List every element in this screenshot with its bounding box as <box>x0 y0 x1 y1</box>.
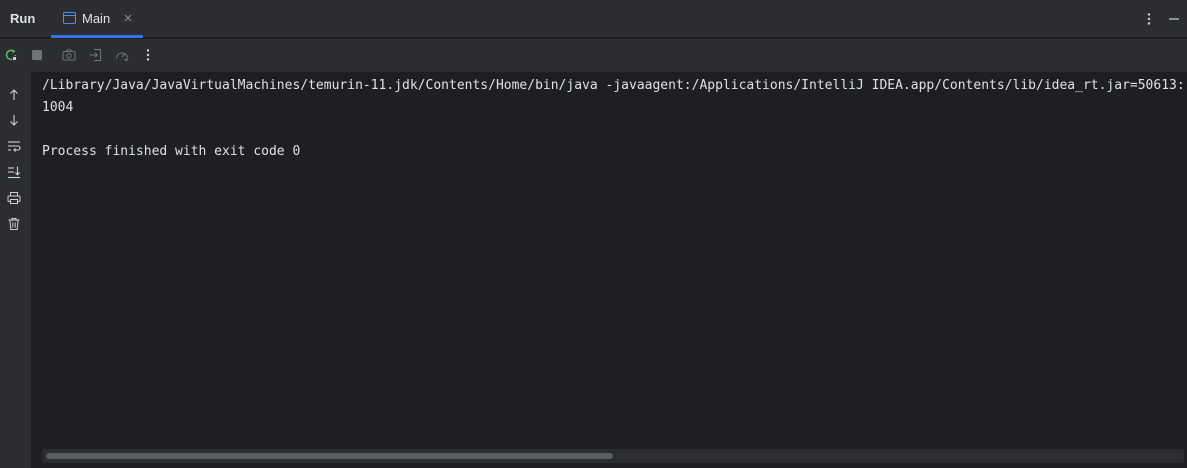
tab-main[interactable]: Main <box>51 0 143 38</box>
print-icon[interactable] <box>6 190 22 206</box>
scroll-to-end-icon[interactable] <box>6 164 22 180</box>
horizontal-scrollbar-thumb[interactable] <box>46 453 613 459</box>
run-toolbar <box>0 39 1187 72</box>
arrow-up-icon[interactable] <box>6 87 22 103</box>
tool-window-header: Run Main <box>0 0 1187 38</box>
console-line-output: 1004 <box>42 100 74 115</box>
console-side-toolbar <box>0 72 31 468</box>
exit-icon[interactable] <box>88 47 104 63</box>
trash-icon[interactable] <box>6 216 22 232</box>
console-line-exit-status: Process finished with exit code 0 <box>42 144 301 159</box>
rerun-icon[interactable] <box>3 47 19 63</box>
more-vertical-icon[interactable] <box>140 47 156 63</box>
tool-window-title: Run <box>10 11 36 26</box>
console-line-command: /Library/Java/JavaVirtualMachines/temuri… <box>42 78 1185 93</box>
horizontal-scrollbar[interactable] <box>42 449 1184 463</box>
console-output[interactable]: /Library/Java/JavaVirtualMachines/temuri… <box>31 72 1187 468</box>
minimize-icon[interactable] <box>1166 11 1182 27</box>
run-tool-window: Run Main /Library/Java/JavaVirtualMachin… <box>0 0 1187 468</box>
close-icon[interactable] <box>123 13 133 23</box>
window-icon <box>63 12 76 24</box>
more-vertical-icon[interactable] <box>1141 11 1157 27</box>
soft-wrap-icon[interactable] <box>6 138 22 154</box>
camera-icon[interactable] <box>61 47 77 63</box>
arrow-down-icon[interactable] <box>6 112 22 128</box>
tab-selected-indicator <box>51 35 143 38</box>
tab-label: Main <box>82 11 111 26</box>
stop-icon[interactable] <box>29 47 45 63</box>
gauge-icon[interactable] <box>114 47 130 63</box>
